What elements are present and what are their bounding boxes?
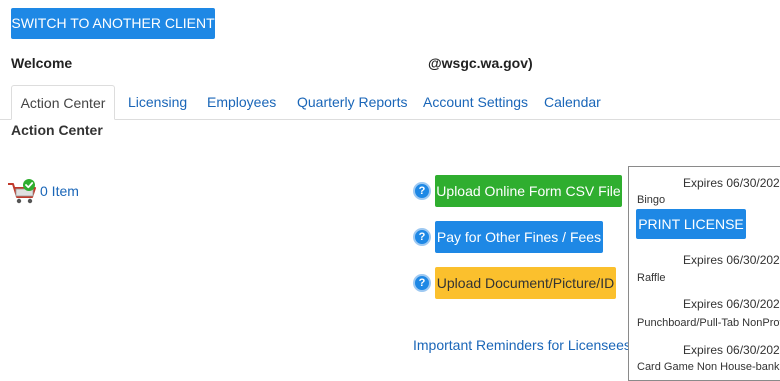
section-title: Action Center bbox=[11, 122, 103, 138]
license-expiry: Expires 06/30/2026 bbox=[683, 176, 780, 190]
license-expiry: Expires 06/30/2026 bbox=[683, 343, 780, 357]
upload-document-button[interactable]: Upload Document/Picture/ID bbox=[435, 267, 616, 299]
license-panel: Expires 06/30/2026 Bingo PRINT LICENSE E… bbox=[628, 166, 780, 381]
print-license-button[interactable]: PRINT LICENSE bbox=[636, 209, 746, 239]
switch-client-button[interactable]: SWITCH TO ANOTHER CLIENT bbox=[11, 8, 215, 39]
license-expiry: Expires 06/30/2026 bbox=[683, 297, 780, 311]
tab-calendar[interactable]: Calendar bbox=[544, 85, 601, 119]
license-expiry: Expires 06/30/2026 bbox=[683, 253, 780, 267]
welcome-label: Welcome bbox=[11, 55, 73, 71]
license-name: Bingo bbox=[637, 194, 666, 206]
important-reminders-link[interactable]: Important Reminders for Licensees bbox=[413, 337, 631, 353]
tab-quarterly-reports[interactable]: Quarterly Reports bbox=[297, 85, 407, 119]
license-name: Card Game Non House-banked bbox=[637, 361, 780, 373]
license-name: Punchboard/Pull-Tab NonProfit bbox=[637, 317, 780, 329]
upload-csv-button[interactable]: Upload Online Form CSV File bbox=[435, 175, 622, 207]
cart-item-count-link[interactable]: 0 Item bbox=[40, 183, 79, 199]
tab-account-settings[interactable]: Account Settings bbox=[423, 85, 528, 119]
question-circle-icon[interactable]: ? bbox=[413, 274, 431, 292]
tab-employees[interactable]: Employees bbox=[207, 85, 276, 119]
question-circle-icon[interactable]: ? bbox=[413, 182, 431, 200]
user-email: @wsgc.wa.gov) bbox=[428, 55, 533, 71]
pay-fees-button[interactable]: Pay for Other Fines / Fees bbox=[435, 221, 603, 253]
main-tabs: Action Center Licensing Employees Quarte… bbox=[0, 85, 780, 120]
license-name: Raffle bbox=[637, 272, 666, 284]
tab-action-center[interactable]: Action Center bbox=[11, 85, 115, 120]
tab-licensing[interactable]: Licensing bbox=[128, 85, 187, 119]
question-circle-icon[interactable]: ? bbox=[413, 228, 431, 246]
shopping-cart-icon[interactable] bbox=[7, 178, 39, 206]
